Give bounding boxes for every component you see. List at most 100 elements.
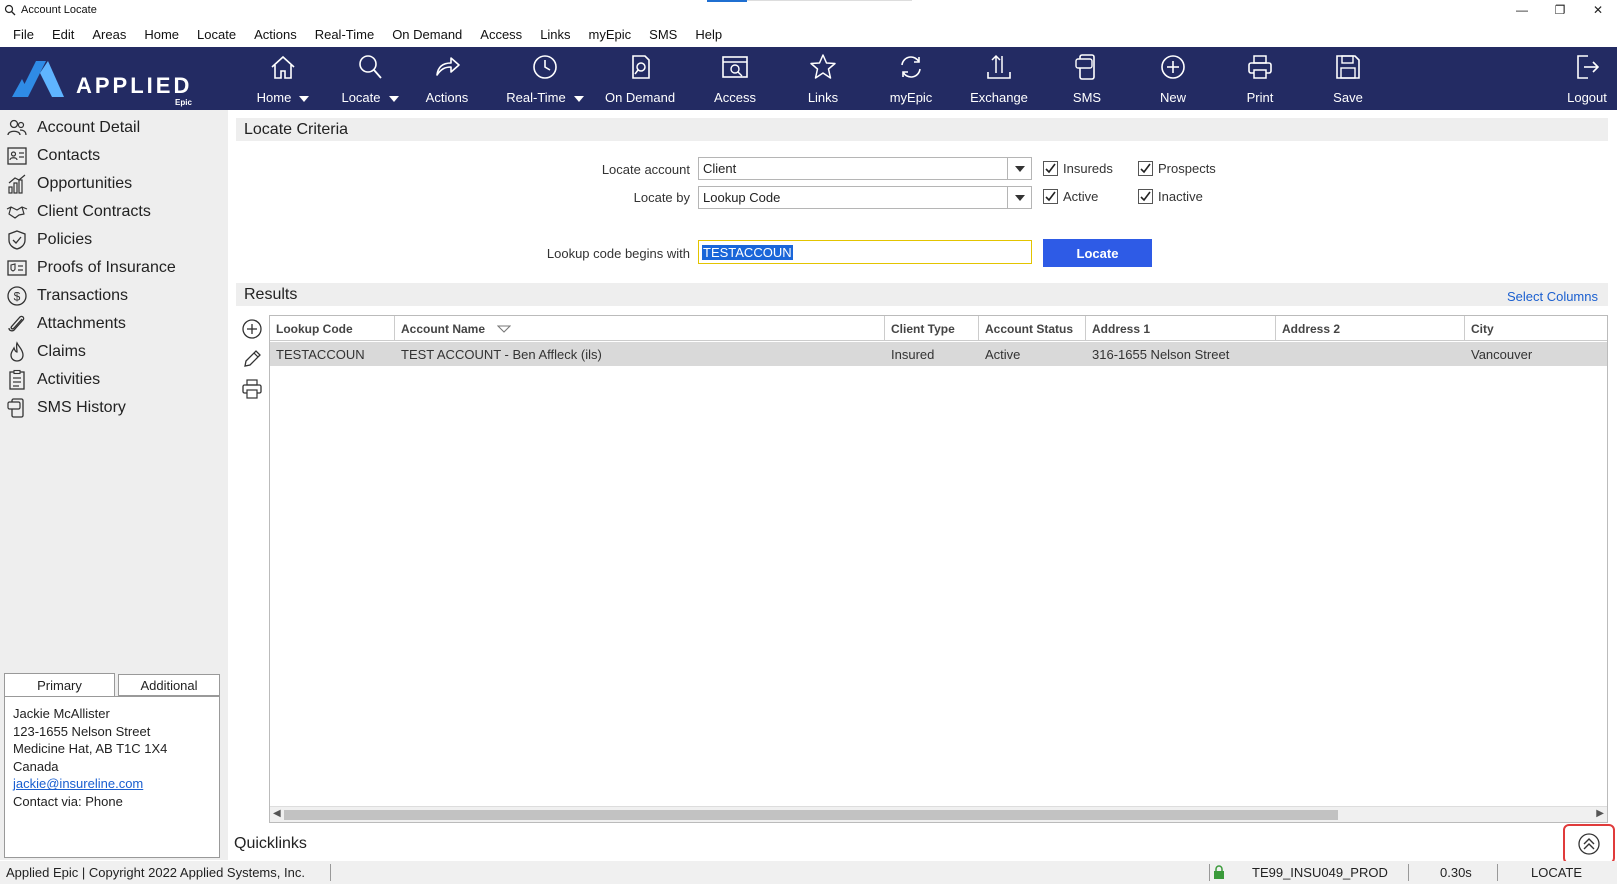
new-label: New <box>1159 90 1186 105</box>
menu-edit[interactable]: Edit <box>43 27 83 42</box>
chevron-down-icon[interactable] <box>1007 158 1031 179</box>
sidebar-item-label: Client Contracts <box>37 203 151 220</box>
select-columns-link[interactable]: Select Columns <box>1507 289 1598 304</box>
sidebar-item-proofs-of-insurance[interactable]: Proofs of Insurance <box>6 255 176 281</box>
sidebar-item-claims[interactable]: Claims <box>6 339 86 365</box>
mobile-message-icon <box>7 398 24 418</box>
status-divider <box>1408 864 1409 881</box>
sidebar-item-label: Policies <box>37 231 93 248</box>
printer-icon[interactable] <box>240 377 264 401</box>
column-client-type[interactable]: Client Type <box>885 316 979 341</box>
locate-by-select[interactable]: Lookup Code <box>698 186 1032 209</box>
active-checkbox[interactable]: Active <box>1043 189 1098 204</box>
sidebar-item-contacts[interactable]: Contacts <box>6 143 100 169</box>
insureds-checkbox[interactable]: Insureds <box>1043 161 1113 176</box>
locate-by-value: Lookup Code <box>703 190 781 205</box>
menu-actions[interactable]: Actions <box>245 27 306 42</box>
toolbar-print-button[interactable]: Print <box>1242 47 1278 110</box>
locate-label: Locate <box>341 90 381 105</box>
tab-additional[interactable]: Additional <box>118 674 220 696</box>
lookup-code-input[interactable]: TESTACCOUN <box>698 240 1032 264</box>
double-chevron-up-icon <box>1578 833 1600 855</box>
column-city[interactable]: City <box>1465 316 1607 341</box>
toolbar-exchange-button[interactable]: Exchange <box>970 47 1028 110</box>
chevron-down-icon <box>573 95 584 102</box>
restore-icon[interactable]: ❐ <box>1541 0 1579 19</box>
checkmark-icon <box>1043 161 1058 176</box>
menu-locate[interactable]: Locate <box>188 27 245 42</box>
menu-links[interactable]: Links <box>531 27 579 42</box>
tab-primary[interactable]: Primary <box>4 673 115 696</box>
response-time: 0.30s <box>1440 865 1472 880</box>
toolbar-ondemand-button[interactable]: On Demand <box>604 47 676 110</box>
inactive-label: Inactive <box>1158 189 1203 204</box>
id-card-icon <box>7 260 27 276</box>
toolbar-actions-button[interactable]: Actions <box>424 47 470 110</box>
toolbar-home-button[interactable]: Home <box>254 47 312 110</box>
horizontal-scrollbar[interactable]: ◀ ▶ <box>270 806 1607 822</box>
inactive-checkbox[interactable]: Inactive <box>1138 189 1203 204</box>
home-label: Home <box>256 90 292 105</box>
sidebar-item-sms-history[interactable]: SMS History <box>6 395 126 421</box>
share-arrow-icon <box>436 57 460 76</box>
toolbar-links-button[interactable]: Links <box>807 47 839 110</box>
sidebar-item-attachments[interactable]: Attachments <box>6 311 126 337</box>
scroll-right-icon[interactable]: ▶ <box>1596 808 1604 819</box>
toolbar-access-button[interactable]: Access <box>714 47 756 110</box>
sidebar-item-activities[interactable]: Activities <box>6 367 100 393</box>
menu-access[interactable]: Access <box>471 27 531 42</box>
locate-button[interactable]: Locate <box>1043 239 1152 267</box>
title-bar: Account Locate — ❐ ✕ <box>0 0 1617 19</box>
locate-account-label: Locate account <box>601 162 690 177</box>
contact-tabs: Primary Additional <box>4 673 220 696</box>
pencil-icon[interactable] <box>240 347 264 371</box>
sort-desc-icon <box>497 325 512 333</box>
toolbar-realtime-button[interactable]: Real-Time <box>506 47 584 110</box>
menu-real-time[interactable]: Real-Time <box>306 27 383 42</box>
column-address-2[interactable]: Address 2 <box>1276 316 1465 341</box>
toolbar-myepic-button[interactable]: myEpic <box>888 47 934 110</box>
menu-help[interactable]: Help <box>686 27 731 42</box>
column-account-status[interactable]: Account Status <box>979 316 1086 341</box>
menu-areas[interactable]: Areas <box>83 27 135 42</box>
flame-icon <box>10 341 24 362</box>
users-icon <box>7 119 27 136</box>
sidebar-item-label: Opportunities <box>37 175 133 192</box>
chevron-down-icon[interactable] <box>1007 187 1031 208</box>
menu-on-demand[interactable]: On Demand <box>383 27 471 42</box>
sidebar-item-policies[interactable]: Policies <box>6 227 92 253</box>
contact-details: Jackie McAllister 123-1655 Nelson Street… <box>4 696 220 858</box>
status-divider <box>1209 864 1210 881</box>
sidebar-item-account-detail[interactable]: Account Detail <box>6 115 140 141</box>
add-circle-icon[interactable] <box>240 317 264 341</box>
toolbar-locate-button[interactable]: Locate <box>340 47 400 110</box>
sidebar-item-client-contracts[interactable]: Client Contracts <box>6 199 151 225</box>
toolbar-save-button[interactable]: Save <box>1330 47 1366 110</box>
toolbar-logout-button[interactable]: Logout <box>1563 47 1611 110</box>
toolbar-sms-button[interactable]: SMS <box>1069 47 1105 110</box>
links-label: Links <box>807 90 839 105</box>
close-icon[interactable]: ✕ <box>1579 0 1617 19</box>
expand-quicklinks-button[interactable] <box>1563 824 1615 864</box>
sidebar-item-transactions[interactable]: $ Transactions <box>6 283 128 309</box>
column-address-1[interactable]: Address 1 <box>1086 316 1276 341</box>
sidebar-item-opportunities[interactable]: Opportunities <box>6 171 132 197</box>
menu-file[interactable]: File <box>4 27 43 42</box>
column-account-name[interactable]: Account Name <box>395 316 885 341</box>
menu-sms[interactable]: SMS <box>640 27 686 42</box>
cell-account-name: TEST ACCOUNT - Ben Affleck (ils) <box>401 346 602 362</box>
menu-myepic[interactable]: myEpic <box>580 27 641 42</box>
contact-email-link[interactable]: jackie@insureline.com <box>13 776 143 791</box>
scrollbar-thumb[interactable] <box>284 810 1338 820</box>
menu-home[interactable]: Home <box>135 27 188 42</box>
myepic-label: myEpic <box>889 90 933 105</box>
quicklinks-header[interactable]: Quicklinks <box>234 835 307 853</box>
column-lookup-code[interactable]: Lookup Code <box>270 316 395 341</box>
locate-account-select[interactable]: Client <box>698 157 1032 180</box>
scroll-left-icon[interactable]: ◀ <box>273 808 281 819</box>
contact-street: 123-1655 Nelson Street <box>13 723 151 739</box>
prospects-checkbox[interactable]: Prospects <box>1138 161 1216 176</box>
toolbar-new-button[interactable]: New <box>1155 47 1191 110</box>
table-row[interactable]: TESTACCOUN TEST ACCOUNT - Ben Affleck (i… <box>270 342 1607 366</box>
minimize-icon[interactable]: — <box>1503 0 1541 19</box>
